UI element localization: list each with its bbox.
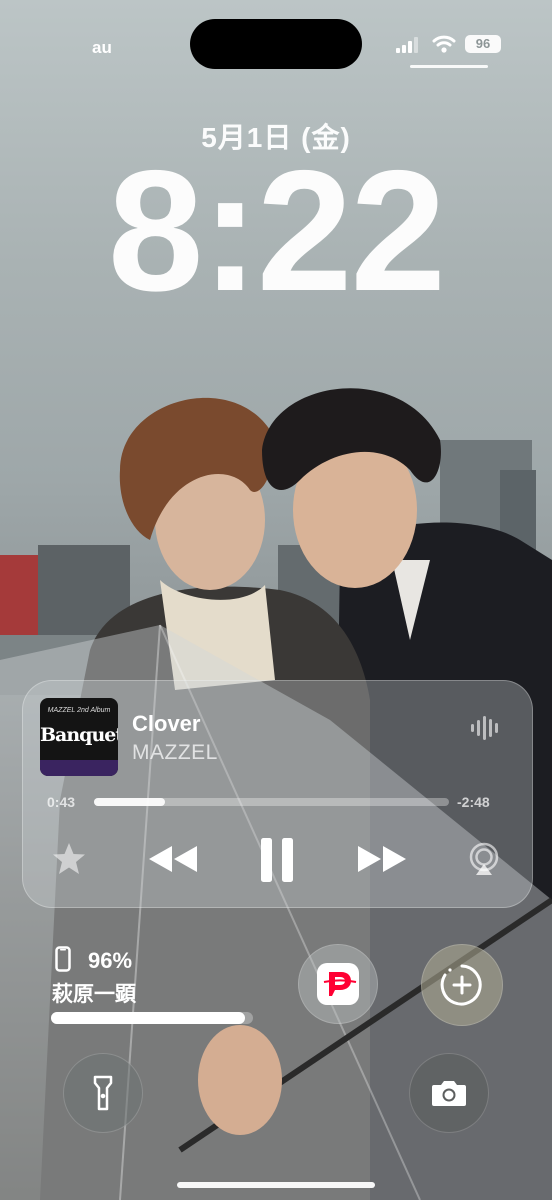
airplay-icon[interactable] bbox=[467, 842, 501, 876]
fast-forward-icon[interactable] bbox=[356, 844, 408, 874]
dynamic-island bbox=[190, 19, 362, 69]
playback-progress bbox=[94, 798, 165, 806]
flashlight-icon bbox=[93, 1075, 113, 1111]
battery-level-fill bbox=[51, 1012, 245, 1024]
paypay-icon bbox=[317, 963, 359, 1005]
now-playing-widget[interactable]: MAZZEL 2nd Album Banquet Clover MAZZEL 0… bbox=[22, 680, 533, 908]
paypay-button[interactable] bbox=[298, 944, 378, 1024]
cellular-signal-icon bbox=[396, 37, 418, 53]
battery-indicator: 96 bbox=[465, 35, 501, 53]
album-art[interactable]: MAZZEL 2nd Album Banquet bbox=[40, 698, 118, 776]
lock-time: 8:22 bbox=[107, 135, 446, 327]
battery-percent: 96% bbox=[88, 948, 133, 973]
elapsed-time: 0:43 bbox=[47, 794, 76, 810]
album-art-subtitle: MAZZEL 2nd Album bbox=[47, 707, 111, 714]
camera-icon bbox=[432, 1081, 466, 1106]
carrier-name: au bbox=[92, 38, 112, 57]
camera-button[interactable] bbox=[409, 1053, 489, 1133]
pause-icon[interactable] bbox=[259, 837, 295, 883]
home-indicator[interactable] bbox=[177, 1182, 375, 1188]
song-title: Clover bbox=[132, 711, 201, 736]
artist-name: MAZZEL bbox=[132, 741, 218, 764]
remaining-time: -2:48 bbox=[457, 794, 490, 810]
wifi-icon bbox=[432, 35, 456, 53]
waveform-icon bbox=[471, 716, 498, 740]
flashlight-button[interactable] bbox=[63, 1053, 143, 1133]
control-center-handle[interactable] bbox=[410, 65, 488, 68]
phone-battery-icon bbox=[55, 946, 71, 972]
playback-scrubber[interactable] bbox=[94, 798, 449, 806]
battery-level-bar bbox=[51, 1012, 253, 1024]
album-art-title: Banquet bbox=[40, 724, 118, 746]
rewind-icon[interactable] bbox=[147, 844, 199, 874]
add-widget-icon bbox=[440, 964, 482, 1006]
album-art-band bbox=[40, 760, 118, 776]
device-name: 萩原一顕 bbox=[52, 983, 136, 1006]
add-widget-button[interactable] bbox=[421, 944, 503, 1026]
star-icon[interactable] bbox=[51, 842, 87, 876]
